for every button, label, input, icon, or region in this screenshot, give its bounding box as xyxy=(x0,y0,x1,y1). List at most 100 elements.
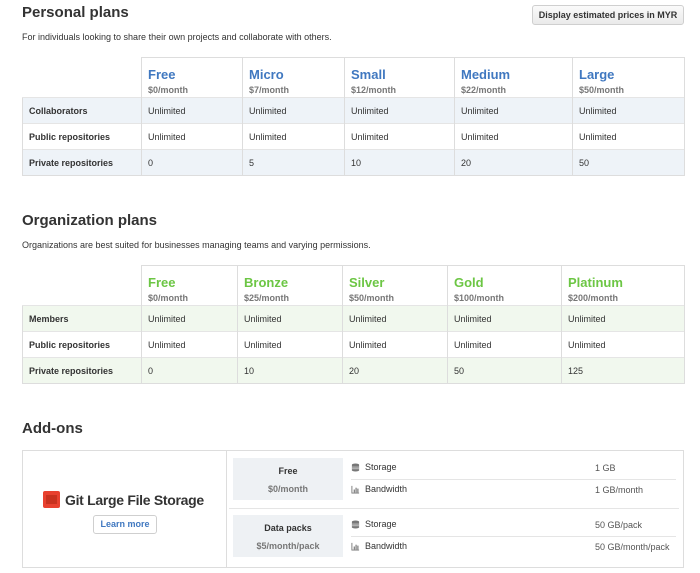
table-row: Private repositories 0 10 20 50 125 xyxy=(22,357,685,384)
table-cell: Unlimited xyxy=(344,97,455,124)
plan-name: Platinum xyxy=(568,275,623,290)
plan-price: $50/month xyxy=(349,293,395,303)
display-myr-prices-button[interactable]: Display estimated prices in MYR xyxy=(532,5,684,25)
plan-price: $22/month xyxy=(461,85,507,95)
feature-label: Bandwidth xyxy=(365,484,408,494)
table-cell: Unlimited xyxy=(447,331,562,358)
table-cell: 0 xyxy=(141,357,238,384)
organization-plans-description: Organizations are best suited for busine… xyxy=(22,240,371,250)
feature-label: Storage xyxy=(365,519,397,529)
plan-price: $12/month xyxy=(351,85,397,95)
learn-more-button[interactable]: Learn more xyxy=(93,515,157,534)
personal-plans-table: Free $0/month Micro $7/month Small $12/mont… xyxy=(22,57,685,176)
plan-name: Bronze xyxy=(244,275,289,290)
plan-header-platinum: Platinum $200/month xyxy=(561,265,685,306)
row-label: Private repositories xyxy=(22,149,142,176)
table-cell: 20 xyxy=(342,357,448,384)
table-cell: 10 xyxy=(237,357,343,384)
database-icon xyxy=(351,519,360,529)
table-cell: Unlimited xyxy=(454,123,573,150)
table-cell: 0 xyxy=(141,149,243,176)
table-row: Private repositories 0 5 10 20 50 xyxy=(22,149,685,176)
plan-price: $7/month xyxy=(249,85,290,95)
plan-price: $0/month xyxy=(148,85,189,95)
feature-value: 50 GB/pack xyxy=(595,520,643,530)
plan-name: Micro xyxy=(249,67,284,82)
table-cell: 20 xyxy=(454,149,573,176)
table-cell: Unlimited xyxy=(342,331,448,358)
personal-plans-description: For individuals looking to share their o… xyxy=(22,32,332,42)
plan-price: $200/month xyxy=(568,293,619,303)
feature-value: 1 GB/month xyxy=(595,485,644,495)
lfs-icon xyxy=(43,491,60,508)
feature-label: Storage xyxy=(365,462,397,472)
feature-value: 1 GB xyxy=(595,463,616,473)
table-cell: Unlimited xyxy=(342,305,448,332)
organization-plans-title: Organization plans xyxy=(22,212,158,229)
plan-header-large: Large $50/month xyxy=(572,57,685,98)
table-cell: Unlimited xyxy=(141,331,238,358)
pack-data-packs: Data packs $5/month/pack xyxy=(233,515,343,557)
pack-name: Data packs xyxy=(264,523,312,533)
plan-header-free: Free $0/month xyxy=(141,265,238,306)
table-cell: Unlimited xyxy=(561,305,685,332)
lfs-product-name: Git Large File Storage xyxy=(65,491,204,508)
lfs-addon-card: Git Large File Storage Learn more Free $… xyxy=(22,450,684,568)
plan-header-medium: Medium $22/month xyxy=(454,57,573,98)
row-label: Collaborators xyxy=(22,97,142,124)
pack-price: $0/month xyxy=(267,484,308,494)
lfs-product-panel: Git Large File Storage Learn more xyxy=(23,451,227,567)
table-cell: Unlimited xyxy=(344,123,455,150)
table-cell: Unlimited xyxy=(454,97,573,124)
table-cell: Unlimited xyxy=(242,97,345,124)
table-cell: Unlimited xyxy=(572,123,685,150)
divider xyxy=(229,508,679,509)
plan-header-bronze: Bronze $25/month xyxy=(237,265,343,306)
plan-name: Free xyxy=(148,275,176,290)
plan-header-small: Small $12/month xyxy=(344,57,455,98)
graph-icon xyxy=(351,485,360,494)
plan-name: Large xyxy=(579,67,615,82)
lfs-logo: Git Large File Storage xyxy=(43,491,204,508)
plan-name: Silver xyxy=(349,275,385,290)
plan-name: Medium xyxy=(461,67,511,82)
plan-header-free: Free $0/month xyxy=(141,57,243,98)
plan-price: $50/month xyxy=(579,85,625,95)
addons-title: Add-ons xyxy=(22,420,83,437)
feature-bandwidth: Bandwidth xyxy=(351,541,407,551)
plan-name: Small xyxy=(351,67,386,82)
row-label: Public repositories xyxy=(22,331,142,358)
table-cell: Unlimited xyxy=(141,97,243,124)
table-cell: 125 xyxy=(561,357,685,384)
plan-header-silver: Silver $50/month xyxy=(342,265,448,306)
feature-value: 50 GB/month/pack xyxy=(595,542,670,552)
organization-plans-table: Free $0/month Bronze $25/month Silver $50/m… xyxy=(22,265,685,384)
table-row: Public repositories Unlimited Unlimited … xyxy=(22,123,685,150)
row-label: Members xyxy=(22,305,142,332)
table-cell: Unlimited xyxy=(141,123,243,150)
table-cell: Unlimited xyxy=(237,305,343,332)
pack-name: Free xyxy=(278,466,298,476)
divider xyxy=(351,536,676,537)
row-label: Private repositories xyxy=(22,357,142,384)
table-row: Collaborators Unlimited Unlimited Unlimi… xyxy=(22,97,685,124)
table-cell: Unlimited xyxy=(572,97,685,124)
table-cell: Unlimited xyxy=(141,305,238,332)
database-icon xyxy=(351,462,360,472)
personal-plans-title: Personal plans xyxy=(22,4,129,21)
table-cell: 5 xyxy=(242,149,345,176)
table-row: Members Unlimited Unlimited Unlimited Un… xyxy=(22,305,685,332)
feature-storage: Storage xyxy=(351,519,397,529)
plan-name: Free xyxy=(148,67,176,82)
table-cell: 10 xyxy=(344,149,455,176)
divider xyxy=(351,479,676,480)
feature-bandwidth: Bandwidth xyxy=(351,484,407,494)
table-row: Public repositories Unlimited Unlimited … xyxy=(22,331,685,358)
feature-storage: Storage xyxy=(351,462,397,472)
plan-price: $100/month xyxy=(454,293,505,303)
pack-free: Free $0/month xyxy=(233,458,343,500)
feature-label: Bandwidth xyxy=(365,541,408,551)
table-cell: 50 xyxy=(447,357,562,384)
plan-price: $25/month xyxy=(244,293,290,303)
plan-header-micro: Micro $7/month xyxy=(242,57,345,98)
